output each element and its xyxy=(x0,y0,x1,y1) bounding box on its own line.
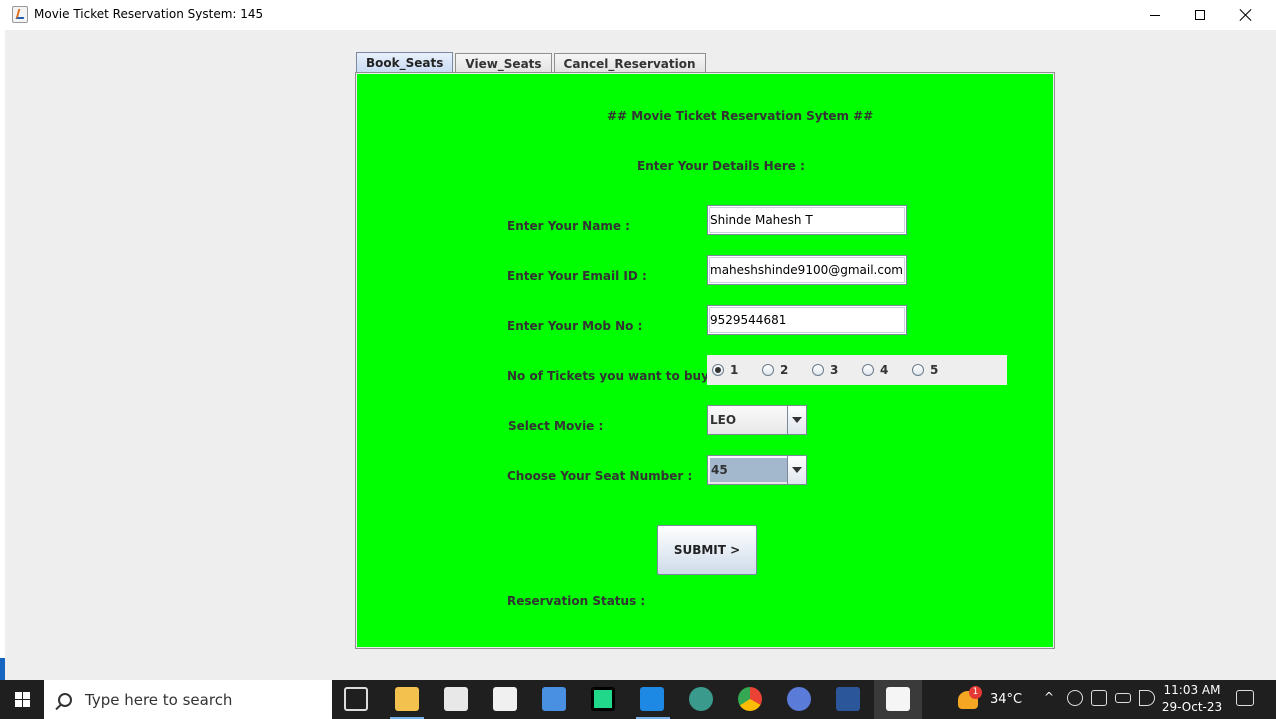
chrome-icon[interactable] xyxy=(738,687,762,711)
radio-label: 4 xyxy=(880,363,889,377)
email-label: Enter Your Email ID : xyxy=(507,269,647,283)
chevron-down-icon[interactable] xyxy=(787,456,806,484)
window-title: Movie Ticket Reservation System: 145 xyxy=(34,7,264,21)
ticket-radio-3[interactable]: 3 xyxy=(812,363,862,377)
movie-select[interactable]: LEO xyxy=(707,405,807,435)
mail-icon[interactable] xyxy=(493,687,517,711)
movie-label: Select Movie : xyxy=(508,419,604,433)
radio-icon xyxy=(862,364,874,376)
form-subheading: Enter Your Details Here : xyxy=(637,159,805,173)
file-explorer-icon[interactable] xyxy=(395,687,419,711)
meet-icon[interactable] xyxy=(1091,690,1107,706)
ticket-radio-5[interactable]: 5 xyxy=(912,363,962,377)
tab-cancel-reservation[interactable]: Cancel_Reservation xyxy=(553,53,706,73)
weather-temp: 34°C xyxy=(990,692,1023,707)
mobile-label: Enter Your Mob No : xyxy=(507,319,643,333)
ticket-count-group: 1 2 3 4 5 xyxy=(707,355,1007,385)
submit-button[interactable]: SUBMIT > xyxy=(657,525,757,575)
chevron-down-icon[interactable] xyxy=(787,406,806,434)
close-button[interactable] xyxy=(1223,0,1269,30)
taskbar-clock[interactable]: 11:03 AM 29-Oct-23 xyxy=(1160,682,1224,716)
seat-label: Choose Your Seat Number : xyxy=(507,469,693,483)
java-icon[interactable] xyxy=(886,687,910,711)
windows-logo-icon xyxy=(14,692,30,707)
name-field[interactable]: Shinde Mahesh T xyxy=(707,205,907,235)
taskbar-search[interactable]: Type here to search xyxy=(44,680,332,719)
seat-select[interactable]: 45 xyxy=(707,455,807,485)
vscode-icon[interactable] xyxy=(640,687,664,711)
form-heading: ## Movie Ticket Reservation Sytem ## xyxy=(607,109,874,123)
tab-book-seats[interactable]: Book_Seats xyxy=(356,52,454,73)
mobile-field[interactable]: 9529544681 xyxy=(707,305,907,335)
word-icon[interactable] xyxy=(836,687,860,711)
search-placeholder: Type here to search xyxy=(85,690,233,709)
movie-select-value: LEO xyxy=(710,413,737,427)
search-icon xyxy=(58,692,72,707)
name-label: Enter Your Name : xyxy=(507,219,630,233)
volume-icon[interactable] xyxy=(1139,690,1155,706)
language-icon[interactable] xyxy=(1067,690,1083,706)
weather-icon: 1 xyxy=(958,685,982,709)
weather-widget[interactable]: 1 34°C xyxy=(958,680,1022,719)
task-view-icon[interactable] xyxy=(344,687,368,711)
app-icon[interactable] xyxy=(787,687,811,711)
radio-label: 3 xyxy=(830,363,839,377)
media-icon[interactable] xyxy=(542,687,566,711)
notification-icon[interactable] xyxy=(1236,690,1254,706)
tab-view-seats[interactable]: View_Seats xyxy=(455,53,552,73)
clock-time: 11:03 AM xyxy=(1163,683,1221,697)
minimize-icon xyxy=(1150,14,1160,16)
clock-date: 29-Oct-23 xyxy=(1161,700,1223,714)
reservation-status-label: Reservation Status : xyxy=(507,594,646,608)
pycharm-icon[interactable] xyxy=(591,687,615,711)
email-field[interactable]: maheshshinde9100@gmail.com xyxy=(707,255,907,285)
booking-panel: ## Movie Ticket Reservation Sytem ## Ent… xyxy=(357,74,1053,647)
store-icon[interactable] xyxy=(444,687,468,711)
seat-select-value: 45 xyxy=(710,458,787,482)
close-icon xyxy=(1240,9,1252,21)
radio-label: 5 xyxy=(930,363,939,377)
chevron-up-icon[interactable]: ^ xyxy=(1044,690,1060,706)
battery-icon[interactable] xyxy=(1115,693,1131,703)
maximize-button[interactable] xyxy=(1177,0,1223,30)
radio-label: 2 xyxy=(780,363,789,377)
left-accent xyxy=(0,658,5,680)
left-edge xyxy=(0,30,5,680)
taskbar: Type here to search 1 34°C ^ 11:03 AM 29… xyxy=(0,680,1276,719)
radio-icon xyxy=(912,364,924,376)
browser-icon[interactable] xyxy=(689,687,713,711)
app-window: Movie Ticket Reservation System: 145 Boo… xyxy=(0,0,1276,680)
radio-selected-icon xyxy=(712,364,724,376)
radio-icon xyxy=(812,364,824,376)
ticket-radio-2[interactable]: 2 xyxy=(762,363,812,377)
start-button[interactable] xyxy=(0,680,44,719)
tab-bar: Book_Seats View_Seats Cancel_Reservation xyxy=(356,52,708,73)
ticket-radio-4[interactable]: 4 xyxy=(862,363,912,377)
radio-icon xyxy=(762,364,774,376)
maximize-icon xyxy=(1195,10,1205,20)
tickets-label: No of Tickets you want to buy : xyxy=(507,369,718,383)
title-bar: Movie Ticket Reservation System: 145 xyxy=(0,0,1276,30)
minimize-button[interactable] xyxy=(1132,0,1178,30)
weather-badge: 1 xyxy=(969,685,982,699)
ticket-radio-1[interactable]: 1 xyxy=(712,363,762,377)
radio-label: 1 xyxy=(730,363,739,377)
java-app-icon xyxy=(12,6,28,23)
